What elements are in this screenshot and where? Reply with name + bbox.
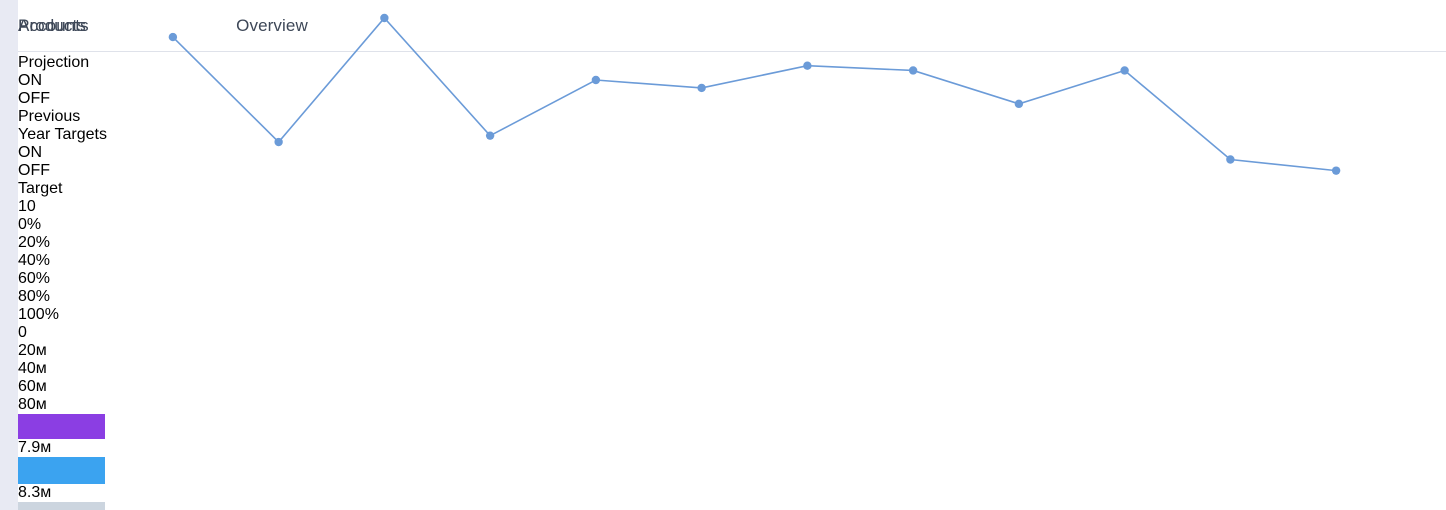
left-axis-tick: 80% — [18, 288, 51, 305]
bar[interactable]: 8.3м — [18, 457, 105, 501]
bar[interactable]: 7.9м — [18, 414, 105, 457]
target-badge: Target — [18, 180, 63, 197]
bar-groups: 7.9м8.3м8.1м5.6м20205.1м8.3м8.2м14мFeb8.… — [18, 414, 1446, 510]
bar-rect — [18, 414, 105, 440]
content-panel: Overview Accounts Products Overview Cumu… — [18, 0, 1446, 510]
tab-products[interactable]: Products — [18, 0, 86, 51]
right-axis-tick: 20м — [18, 342, 47, 359]
projection-label: Projection — [18, 54, 90, 71]
bar-rect — [18, 457, 105, 484]
tab-overview[interactable]: Overview — [122, 0, 422, 51]
left-axis-tick: 60% — [18, 270, 51, 287]
left-axis-tick: 100% — [18, 306, 59, 323]
previous-year-targets-off-button[interactable]: OFF — [18, 162, 1446, 180]
right-axis-tick: 80м — [18, 396, 47, 413]
projection-on-button[interactable]: ON — [18, 72, 1446, 90]
right-axis-tick: 0 — [18, 324, 27, 341]
right-axis-tick: 60м — [18, 378, 47, 395]
pyt-label-line1: Previous — [18, 108, 81, 125]
bar-group: 7.9м8.3м8.1м5.6м2020 — [18, 414, 105, 510]
app-page: Overview Accounts Products Overview Cumu… — [0, 0, 1446, 510]
top-nav-tabs: Overview Accounts Products — [18, 0, 1446, 52]
projection-off-button[interactable]: OFF — [18, 90, 1446, 108]
bar[interactable]: 8.1м — [18, 501, 105, 510]
right-axis-top-value: 10 — [18, 198, 36, 215]
previous-year-targets-label: Previous Year Targets — [18, 108, 1446, 144]
previous-year-targets-toggle-group: Previous Year Targets ON OFF — [18, 108, 1446, 180]
left-axis-tick: 0% — [18, 216, 42, 233]
bar-value-label: 7.9м — [18, 439, 52, 457]
projection-toggle-group: Projection ON OFF — [18, 54, 1446, 108]
right-axis-tick: 40м — [18, 360, 47, 377]
bar-value-label: 8.3м — [18, 483, 52, 501]
left-axis-tick: 20% — [18, 234, 51, 251]
combo-chart: Target 10 0% 20% 40% 60% 80% 100% 0 20м 40м 60м 8… — [18, 13, 1446, 510]
bar-rect — [18, 501, 105, 510]
right-axis-ticks: 0 20м 40м 60м 80м — [18, 324, 1446, 414]
previous-year-targets-on-button[interactable]: ON — [18, 144, 1446, 162]
left-axis-ticks: 0% 20% 40% 60% 80% 100% — [18, 216, 1446, 324]
left-axis-tick: 40% — [18, 252, 51, 269]
pyt-label-line2: Year Targets — [18, 126, 107, 143]
